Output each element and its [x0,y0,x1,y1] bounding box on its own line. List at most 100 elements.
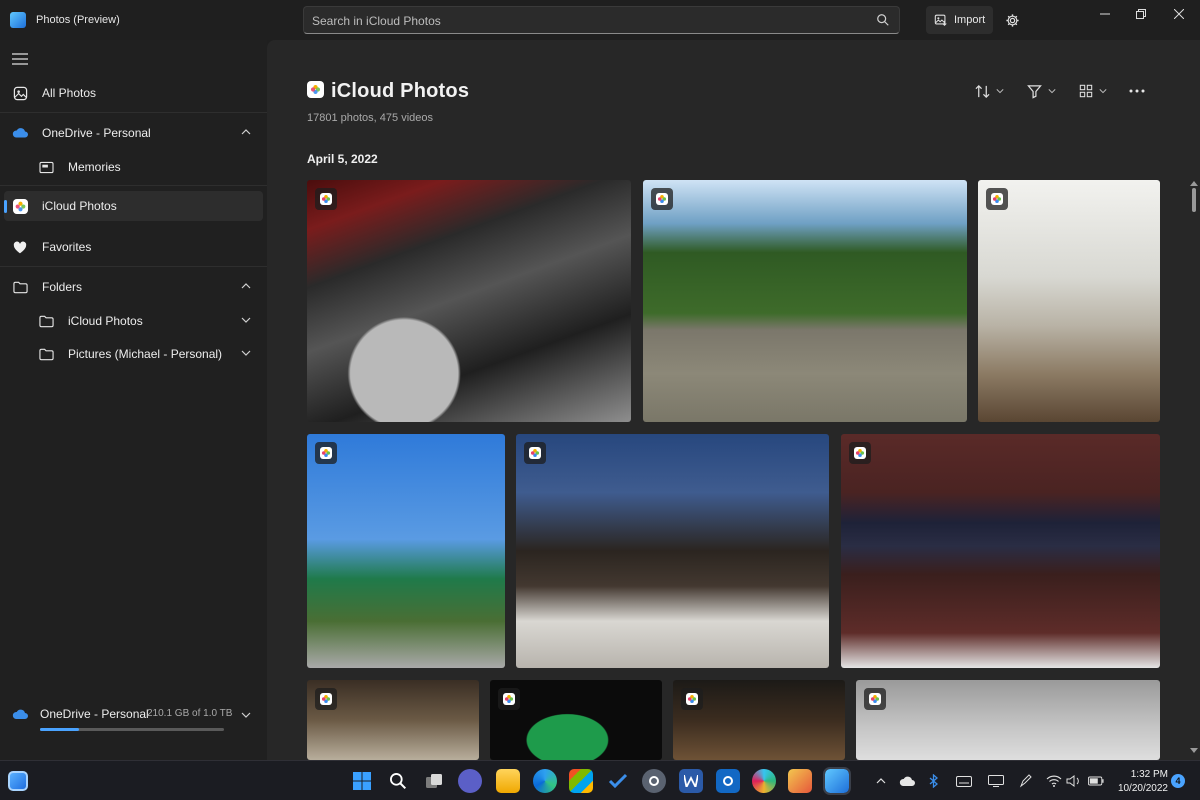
chevron-down-icon[interactable] [241,315,251,325]
chevron-down-icon [1048,89,1056,94]
storage-progress-bar [40,728,224,731]
icloud-badge-icon [651,188,673,210]
icloud-badge-icon [498,688,520,710]
chevron-up-icon[interactable] [241,281,251,291]
photo-thumbnail[interactable] [307,434,505,668]
storage-account-label: OneDrive - Personal [40,707,149,721]
photo-thumbnail[interactable] [307,680,479,760]
sidebar-item-folders[interactable]: Folders [4,272,263,302]
folder-icon [38,346,54,362]
settings-button[interactable] [1002,10,1022,30]
gear-icon [1005,13,1019,27]
onedrive-storage[interactable]: OneDrive - Personal 210.1 GB of 1.0 TB [4,700,263,740]
settings-app-icon[interactable] [642,769,666,793]
tray-overflow-chevron-icon[interactable] [873,773,889,789]
chevron-down-icon[interactable] [241,348,251,358]
import-button[interactable]: Import [926,6,993,34]
sticky-notes-app-icon[interactable] [788,769,812,793]
photo-thumbnail[interactable] [307,180,631,422]
view-layout-button[interactable] [1079,82,1107,100]
onedrive-cloud-icon [12,709,28,719]
sort-icon [975,84,990,98]
search-input[interactable] [312,12,872,30]
outlook-app-icon[interactable] [716,769,740,793]
close-button[interactable] [1164,6,1194,22]
taskbar-clock[interactable]: 1:32 PM 10/20/2022 [1110,768,1168,796]
photo-thumbnail[interactable] [673,680,845,760]
chevron-down-icon[interactable] [241,710,251,720]
word-app-icon[interactable] [679,769,703,793]
icloud-badge-icon [315,188,337,210]
sidebar-item-label: Pictures (Michael - Personal) [68,347,223,361]
filter-icon [1027,84,1042,99]
scrollbar-thumb[interactable] [1192,188,1196,212]
edge-browser-icon[interactable] [533,769,557,793]
icloud-badge-icon [864,688,886,710]
clock-date: 10/20/2022 [1117,783,1168,794]
pen-icon[interactable] [1018,773,1034,789]
all-photos-icon [12,85,28,101]
onedrive-tray-icon[interactable] [899,773,915,789]
sidebar-item-icloud-photos[interactable]: iCloud Photos [4,191,263,221]
photos-taskbar-icon[interactable] [823,767,851,795]
widgets-icon[interactable] [8,771,28,791]
start-windows-icon[interactable] [350,769,374,793]
scroll-up-arrow-icon[interactable] [1190,180,1198,186]
title-bar: Photos (Preview) Import [0,0,1200,40]
microsoft-store-icon[interactable] [569,769,593,793]
sidebar-item-label: Memories [68,160,121,174]
volume-icon[interactable] [1066,773,1082,789]
sidebar-item-all-photos[interactable]: All Photos [4,78,263,108]
sidebar-item-label: iCloud Photos [42,199,117,213]
sidebar-item-label: iCloud Photos [68,314,143,328]
wifi-icon[interactable] [1046,773,1062,789]
photo-thumbnail[interactable] [516,434,829,668]
photo-thumbnail[interactable] [978,180,1160,422]
sort-button[interactable] [975,82,1004,100]
filter-button[interactable] [1027,82,1056,100]
heart-icon [12,239,28,255]
folder-icon [38,313,54,329]
icloud-badge-icon [986,188,1008,210]
keyboard-icon[interactable] [956,773,972,789]
photo-thumbnail[interactable] [856,680,1160,760]
date-group-header: April 5, 2022 [307,152,378,166]
todo-icon[interactable] [606,769,630,793]
icloud-badge-icon [315,688,337,710]
photo-thumbnail[interactable] [490,680,662,760]
icloud-photos-icon [12,198,28,214]
taskbar-search-icon[interactable] [386,769,410,793]
grid-view-icon [1079,84,1093,98]
search-box[interactable] [303,6,900,34]
task-view-icon[interactable] [422,769,446,793]
sidebar-item-memories[interactable]: Memories [4,152,263,182]
sidebar-item-label: All Photos [42,86,97,100]
chevron-up-icon[interactable] [241,127,251,137]
notification-count-badge[interactable]: 4 [1171,774,1185,788]
sidebar-item-favorites[interactable]: Favorites [4,232,263,262]
search-icon[interactable] [876,13,890,27]
bluetooth-icon[interactable] [926,773,942,789]
hamburger-menu-icon[interactable] [12,53,28,65]
minimize-button[interactable] [1090,6,1120,22]
file-explorer-icon[interactable] [496,769,520,793]
display-icon[interactable] [988,773,1004,789]
divider [0,185,267,186]
taskbar: 1:32 PM 10/20/2022 4 [0,760,1200,800]
maximize-button[interactable] [1126,6,1156,22]
sidebar-item-folder-icloud-photos[interactable]: iCloud Photos [4,306,263,336]
photo-thumbnail[interactable] [841,434,1160,668]
more-options-button[interactable] [1129,82,1145,100]
page-title: iCloud Photos [331,80,470,102]
sidebar-item-folder-pictures[interactable]: Pictures (Michael - Personal) [4,339,263,369]
restore-icon [1136,9,1146,19]
scrollbar[interactable] [1188,40,1200,760]
slack-app-icon[interactable] [752,769,776,793]
teams-chat-icon[interactable] [458,769,482,793]
scroll-down-arrow-icon[interactable] [1190,748,1198,754]
photo-thumbnail[interactable] [643,180,967,422]
sidebar-item-onedrive[interactable]: OneDrive - Personal [4,118,263,148]
close-icon [1174,9,1184,19]
battery-icon[interactable] [1088,773,1104,789]
import-label: Import [954,14,986,26]
